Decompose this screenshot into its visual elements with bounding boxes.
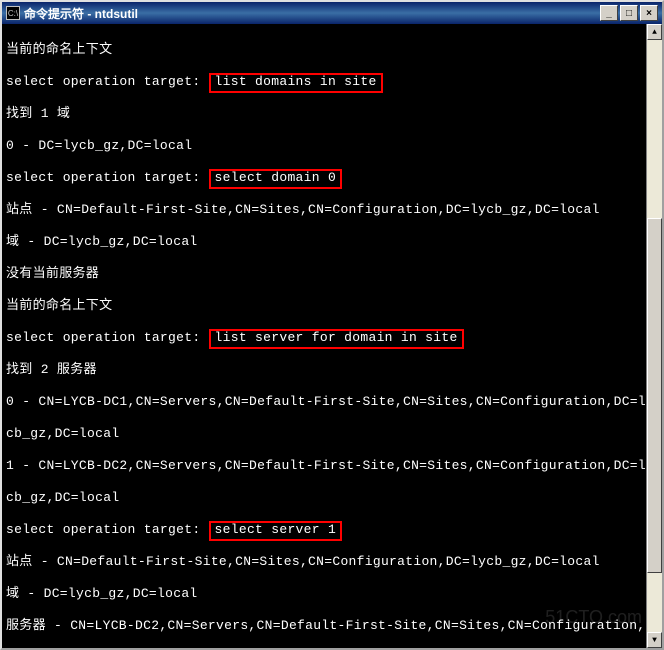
terminal-content: 当前的命名上下文 select operation target: list d… xyxy=(6,26,658,648)
highlight-command: select server 1 xyxy=(209,521,343,541)
highlight-command: select domain 0 xyxy=(209,169,343,189)
vertical-scrollbar[interactable]: ▲ ▼ xyxy=(646,24,662,648)
terminal-line: 域 - DC=lycb_gz,DC=local xyxy=(6,586,658,602)
window-controls: _ □ × xyxy=(600,5,658,21)
window-titlebar: C:\ 命令提示符 - ntdsutil _ □ × xyxy=(2,2,662,24)
scroll-track[interactable] xyxy=(647,40,662,632)
terminal-line: select operation target: list domains in… xyxy=(6,74,658,90)
terminal-line: 找到 2 服务器 xyxy=(6,362,658,378)
terminal-line: 当前的命名上下文 xyxy=(6,42,658,58)
terminal-line: select operation target: select server 1 xyxy=(6,522,658,538)
scroll-thumb[interactable] xyxy=(647,218,662,573)
maximize-button[interactable]: □ xyxy=(620,5,638,21)
terminal-line: 没有当前服务器 xyxy=(6,266,658,282)
cmd-icon: C:\ xyxy=(6,6,20,20)
terminal-line: 1 - CN=LYCB-DC2,CN=Servers,CN=Default-Fi… xyxy=(6,458,658,474)
highlight-command: list domains in site xyxy=(209,73,383,93)
terminal-line: 找到 1 域 xyxy=(6,106,658,122)
terminal-viewport[interactable]: 当前的命名上下文 select operation target: list d… xyxy=(2,24,662,648)
terminal-line: 服务器 - CN=LYCB-DC2,CN=Servers,CN=Default-… xyxy=(6,618,658,634)
scroll-up-button[interactable]: ▲ xyxy=(647,24,662,40)
terminal-line: cb_gz,DC=local xyxy=(6,426,658,442)
window-title: 命令提示符 - ntdsutil xyxy=(24,5,600,22)
terminal-line: 0 - DC=lycb_gz,DC=local xyxy=(6,138,658,154)
highlight-command: list server for domain in site xyxy=(209,329,464,349)
terminal-line: 站点 - CN=Default-First-Site,CN=Sites,CN=C… xyxy=(6,554,658,570)
terminal-line: 0 - CN=LYCB-DC1,CN=Servers,CN=Default-Fi… xyxy=(6,394,658,410)
terminal-line: 当前的命名上下文 xyxy=(6,298,658,314)
terminal-line: select operation target: list server for… xyxy=(6,330,658,346)
terminal-line: 站点 - CN=Default-First-Site,CN=Sites,CN=C… xyxy=(6,202,658,218)
terminal-line: cb_gz,DC=local xyxy=(6,490,658,506)
terminal-line: select operation target: select domain 0 xyxy=(6,170,658,186)
scroll-down-button[interactable]: ▼ xyxy=(647,632,662,648)
minimize-button[interactable]: _ xyxy=(600,5,618,21)
terminal-line: 域 - DC=lycb_gz,DC=local xyxy=(6,234,658,250)
close-button[interactable]: × xyxy=(640,5,658,21)
